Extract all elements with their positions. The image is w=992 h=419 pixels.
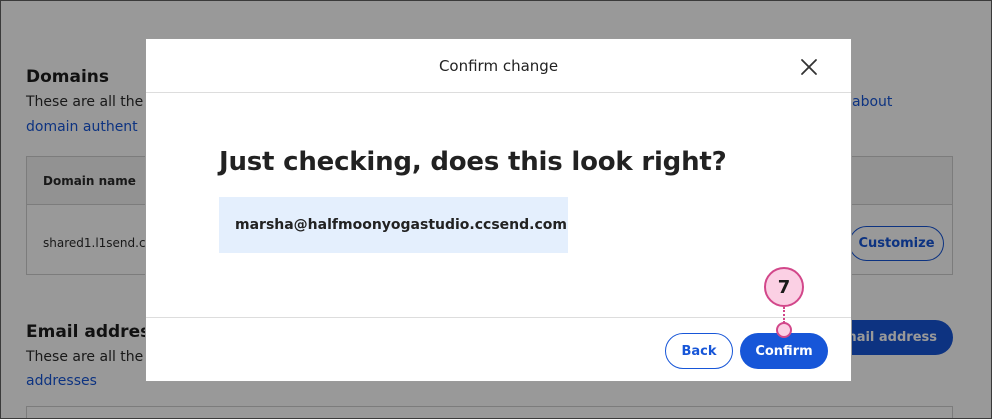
dialog-footer-divider <box>146 317 851 318</box>
confirm-button[interactable]: Confirm <box>740 333 828 369</box>
dialog-header: Confirm change <box>146 39 851 93</box>
email-preview-box: marsha@halfmoonyogastudio.ccsend.com <box>219 197 568 253</box>
screenshot-frame: Domains These are all the domain authent… <box>0 0 992 419</box>
step-number-badge: 7 <box>764 267 804 307</box>
callout-connector <box>783 307 785 323</box>
back-button[interactable]: Back <box>665 333 733 369</box>
close-icon[interactable] <box>796 54 822 80</box>
dialog-heading: Just checking, does this look right? <box>219 147 727 177</box>
callout-pointer-dot <box>776 322 792 338</box>
confirm-change-dialog: Confirm change Just checking, does this … <box>145 38 852 382</box>
dialog-title: Confirm change <box>438 57 559 75</box>
email-address-value: marsha@halfmoonyogastudio.ccsend.com <box>235 217 567 233</box>
